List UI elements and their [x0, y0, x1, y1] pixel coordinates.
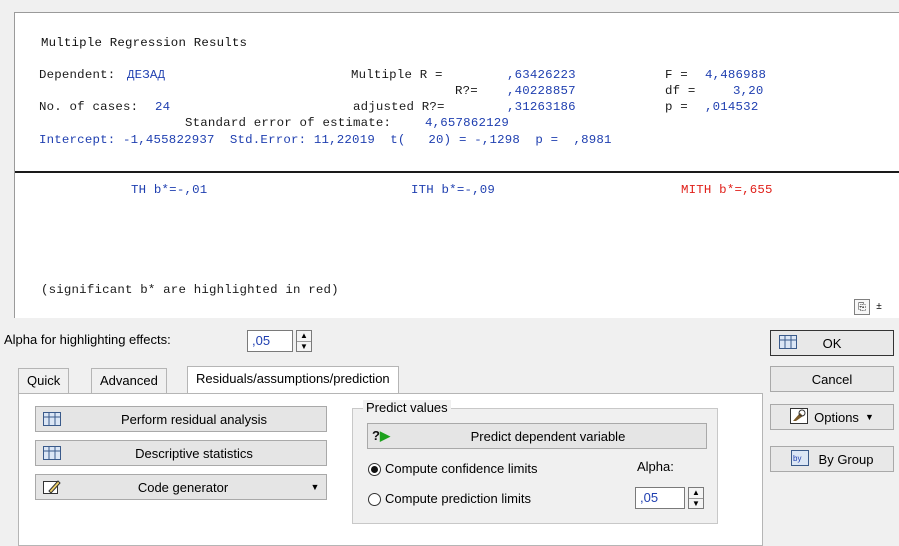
pencil-icon: [42, 479, 62, 495]
df-label: df =: [665, 84, 696, 98]
code-generator-button[interactable]: Code generator ▼: [35, 474, 327, 500]
prediction-radio[interactable]: [368, 493, 381, 506]
adj-r2-value: ,31263186: [507, 100, 576, 114]
r2-value: ,40228857: [507, 84, 576, 98]
dependent-label: Dependent:: [39, 68, 116, 82]
cases-label: No. of cases:: [39, 100, 139, 114]
grid-icon: [779, 335, 797, 352]
residual-analysis-button[interactable]: Perform residual analysis: [35, 406, 327, 432]
cancel-label: Cancel: [811, 371, 853, 387]
alpha-label: Alpha:: [637, 459, 674, 474]
by-group-icon: by: [790, 449, 809, 469]
spin-up-icon[interactable]: ▲: [297, 331, 311, 342]
results-separator: [15, 171, 899, 173]
adj-r2-label: adjusted R?=: [353, 100, 445, 114]
coef-ith: ITH b*=-,09: [411, 183, 495, 197]
code-generator-label: Code generator: [137, 479, 229, 495]
predict-values-title: Predict values: [363, 400, 451, 415]
chevron-down-icon: ▼: [310, 482, 320, 492]
options-button[interactable]: Options ▼: [770, 404, 894, 430]
dialog-controls: Alpha for highlighting effects: ,05 ▲ ▼ …: [0, 318, 899, 546]
f-label: F =: [665, 68, 688, 82]
coef-mith: MITH b*=,655: [681, 183, 773, 197]
copy-icon[interactable]: ⎘: [854, 299, 870, 315]
results-title: Multiple Regression Results: [41, 36, 248, 50]
cases-value: 24: [155, 100, 171, 114]
f-value: 4,486988: [705, 68, 767, 82]
dependent-value: ДЕЗАД: [127, 68, 166, 82]
tab-quick[interactable]: Quick: [18, 368, 70, 394]
alpha-effects-input[interactable]: ,05: [247, 330, 293, 352]
coef-th: TH b*=-,01: [131, 183, 208, 197]
svg-text:by: by: [793, 454, 801, 463]
chevron-down-icon: ▼: [864, 412, 874, 422]
se-value: 4,657862129: [425, 116, 509, 130]
significance-note: (significant b* are highlighted in red): [41, 283, 339, 297]
alpha-effects-spinner[interactable]: ▲ ▼: [296, 330, 312, 352]
tab-panel: Perform residual analysis Descriptive st…: [18, 393, 763, 546]
by-group-button[interactable]: by By Group: [770, 446, 894, 472]
ok-label: OK: [822, 335, 842, 351]
p-label: p =: [665, 100, 688, 114]
grid-icon: [42, 411, 62, 427]
residual-analysis-label: Perform residual analysis: [121, 411, 267, 427]
by-group-label: By Group: [818, 451, 874, 467]
intercept-line: Intercept: -1,455822937 Std.Error: 11,22…: [39, 133, 612, 147]
predict-dependent-button[interactable]: ?▶ Predict dependent variable: [367, 423, 707, 449]
question-arrow-icon: ?▶: [372, 428, 390, 443]
tab-residuals[interactable]: Residuals/assumptions/prediction: [187, 366, 399, 394]
options-label: Options: [814, 409, 859, 425]
ok-button[interactable]: OK: [770, 330, 894, 356]
alpha-input[interactable]: ,05: [635, 487, 685, 509]
predict-values-group: Predict values ?▶ Predict dependent vari…: [352, 400, 718, 524]
cancel-button[interactable]: Cancel: [770, 366, 894, 392]
confidence-label[interactable]: Compute confidence limits: [385, 461, 537, 476]
expand-toggle-icon[interactable]: ±: [872, 299, 886, 315]
alpha-spinner[interactable]: ▲ ▼: [688, 487, 704, 509]
multiple-r-value: ,63426223: [507, 68, 576, 82]
spin-up-icon[interactable]: ▲: [689, 488, 703, 499]
results-output: Multiple Regression Results Dependent: Д…: [14, 12, 899, 318]
r2-label: R?=: [455, 84, 478, 98]
grid-icon: [42, 445, 62, 461]
multiple-r-label: Multiple R =: [351, 68, 443, 82]
descriptive-stats-label: Descriptive statistics: [135, 445, 253, 461]
df-value: 3,20: [733, 84, 764, 98]
spin-down-icon[interactable]: ▼: [297, 342, 311, 352]
confidence-radio[interactable]: [368, 463, 381, 476]
descriptive-stats-button[interactable]: Descriptive statistics: [35, 440, 327, 466]
alpha-effects-label: Alpha for highlighting effects:: [4, 332, 171, 347]
se-label: Standard error of estimate:: [185, 116, 392, 130]
prediction-label[interactable]: Compute prediction limits: [385, 491, 531, 506]
spin-down-icon[interactable]: ▼: [689, 499, 703, 509]
options-icon: [790, 407, 809, 427]
p-value: ,014532: [705, 100, 759, 114]
predict-dependent-label: Predict dependent variable: [470, 428, 626, 444]
tab-advanced[interactable]: Advanced: [91, 368, 167, 394]
